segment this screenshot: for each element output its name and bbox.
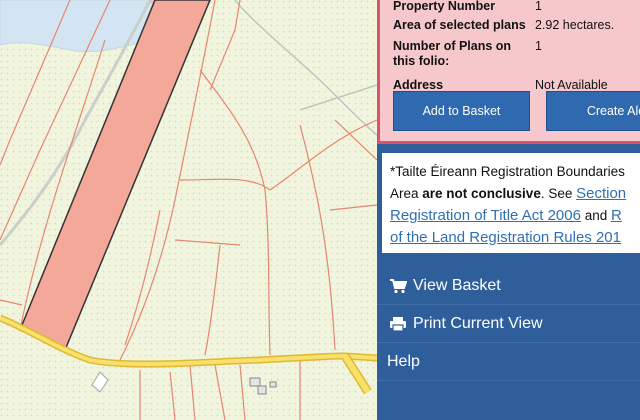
print-current-view-label: Print Current View [413,314,543,332]
property-number-value: 1 [535,0,542,13]
help-label: Help [387,352,420,370]
disclaimer-text: *Tailte Éireann Registration Boundaries … [390,161,640,249]
add-to-basket-button[interactable]: Add to Basket [393,91,530,131]
plan-info-card: Property Number 1 Area of selected plans… [377,0,640,144]
building [269,381,277,388]
disclaimer-box: *Tailte Éireann Registration Boundaries … [379,150,640,256]
view-basket-label: View Basket [413,276,501,294]
area-label: Area of selected plans [393,18,526,32]
disclaimer-text-part: and [580,208,611,223]
create-alert-button[interactable]: Create Ale [546,91,640,131]
building [249,377,261,387]
disclaimer-text-part: . See [540,186,577,201]
section-link[interactable]: Section [576,185,626,202]
address-value: Not Available [535,78,608,92]
property-number-label: Property Number [393,0,496,13]
side-panel: Property Number 1 Area of selected plans… [377,0,640,420]
number-of-plans-label: Number of Plans on this folio: [393,39,512,68]
disclaimer-emphasis: are not conclusive [422,186,541,201]
map-view[interactable] [0,0,377,420]
land-registration-rules-link[interactable]: of the Land Registration Rules 201 [390,229,621,246]
print-icon [387,316,409,332]
map-canvas[interactable] [0,0,377,420]
disclaimer-line1: *Tailte Éireann Registration Boundaries [390,164,625,179]
shopping-cart-icon [387,278,409,294]
print-current-view-item[interactable]: Print Current View [377,305,640,343]
view-basket-item[interactable]: View Basket [377,267,640,305]
help-item[interactable]: Help [377,343,640,381]
area-value: 2.92 hectares. [535,18,615,32]
building [257,385,267,395]
registration-act-link[interactable]: Registration of Title Act 2006 [390,207,581,224]
rules-link-start[interactable]: R [611,207,622,224]
number-of-plans-value: 1 [535,39,542,53]
disclaimer-text-part: Area [390,186,423,201]
